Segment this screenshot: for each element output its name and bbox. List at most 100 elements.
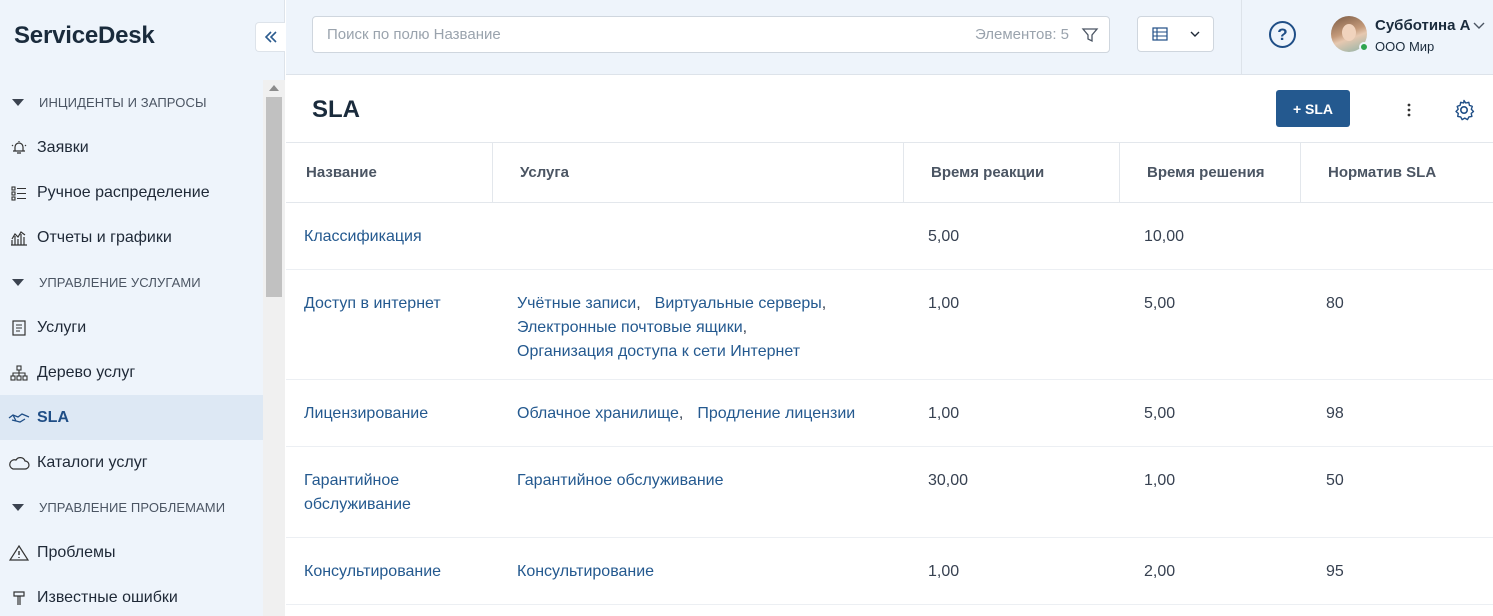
bell-icon [8, 137, 30, 159]
page-title: SLA [312, 96, 360, 123]
table-row[interactable]: Классификация 5,00 10,00 [286, 203, 1493, 270]
service-list: Облачное хранилище, Продление лицензии [517, 405, 856, 422]
section-label: ИНЦИДЕНТЫ И ЗАПРОСЫ [39, 95, 207, 110]
elements-count: Элементов: 5 [974, 26, 1069, 43]
resolution-time: 5,00 [1144, 295, 1176, 312]
service-link[interactable]: Электронные почтовые ящики [517, 319, 743, 336]
search-input[interactable] [327, 26, 975, 43]
sidebar-item-service-tree[interactable]: Дерево услуг [0, 350, 263, 395]
table-row[interactable]: Консультирование Консультирование 1,00 2… [286, 538, 1493, 605]
gear-icon[interactable] [1452, 98, 1476, 122]
help-button[interactable]: ? [1269, 21, 1296, 48]
kebab-icon [1407, 103, 1411, 117]
sla-name-link[interactable]: Консультирование [304, 560, 441, 584]
add-sla-button[interactable]: + SLA [1276, 90, 1350, 127]
section-problem-management[interactable]: УПРАВЛЕНИЕ ПРОБЛЕМАМИ [0, 485, 263, 530]
scrollbar-thumb[interactable] [266, 97, 282, 297]
sla-name-link[interactable]: Доступ в интернет [304, 292, 441, 316]
user-menu-chevron-icon[interactable] [1473, 20, 1485, 30]
table-row[interactable]: Гарантийное обслуживание Гарантийное обс… [286, 447, 1493, 538]
sla-norm: 95 [1326, 563, 1344, 580]
sidebar-item-label: Заявки [37, 138, 89, 156]
avatar-face [1342, 24, 1356, 41]
collapse-sidebar-button[interactable] [255, 22, 285, 52]
sidebar-item-label: Услуги [37, 318, 87, 336]
sla-name-link[interactable]: Классификация [304, 225, 422, 249]
sla-norm: 50 [1326, 472, 1344, 489]
sidebar-item-catalogs[interactable]: Каталоги услуг [0, 440, 263, 485]
resolution-time: 5,00 [1144, 405, 1176, 422]
table-view-icon [1151, 27, 1168, 41]
column-header-service[interactable]: Услуга [492, 143, 697, 202]
reaction-time: 30,00 [928, 472, 969, 489]
service-list: Консультирование [517, 560, 897, 584]
main-content: SLA + SLA Название Услуга Время реакции … [286, 76, 1493, 616]
sla-name-link[interactable]: Гарантийное обслуживание [304, 469, 454, 517]
resolution-time: 10,00 [1144, 228, 1185, 245]
reaction-time: 1,00 [928, 295, 960, 312]
service-link[interactable]: Продление лицензии [697, 405, 855, 422]
sidebar-item-label: Отчеты и графики [37, 228, 172, 246]
caret-down-icon [12, 99, 24, 106]
sidebar: ServiceDesk ИНЦИДЕНТЫ И ЗАПРОСЫ Заявки Р… [0, 0, 285, 616]
question-icon: ? [1277, 24, 1288, 44]
caret-down-icon [12, 279, 24, 286]
table-row[interactable]: Доступ в интернет Учётные записи, Виртуал… [286, 270, 1493, 380]
service-link[interactable]: Организация доступа к сети Интернет [517, 343, 800, 360]
sidebar-item-services[interactable]: Услуги [0, 305, 263, 350]
view-mode-button[interactable] [1137, 16, 1214, 52]
service-link[interactable]: Облачное хранилище [517, 405, 679, 422]
sidebar-item-label: Каталоги услуг [37, 453, 148, 471]
sla-norm: 98 [1326, 405, 1344, 422]
user-org: ООО Мир [1375, 39, 1435, 54]
sla-norm: 80 [1326, 295, 1344, 312]
column-header-resolution-time[interactable]: Время решения [1119, 143, 1265, 202]
handshake-icon [8, 407, 30, 429]
reaction-time: 5,00 [928, 228, 960, 245]
section-label: УПРАВЛЕНИЕ УСЛУГАМИ [39, 275, 201, 290]
chart-icon [8, 227, 30, 249]
reaction-time: 1,00 [928, 563, 960, 580]
caret-down-icon [12, 504, 24, 511]
double-chevron-left-icon [264, 31, 277, 43]
sidebar-item-reports[interactable]: Отчеты и графики [0, 215, 263, 260]
service-link[interactable]: Виртуальные серверы [655, 295, 822, 312]
search-box: Элементов: 5 [312, 16, 1110, 53]
column-header-name[interactable]: Название [306, 143, 377, 202]
resolution-time: 1,00 [1144, 472, 1176, 489]
brand-logo[interactable]: ServiceDesk [14, 22, 155, 50]
user-name[interactable]: Субботина А [1375, 17, 1470, 34]
service-link[interactable]: Консультирование [517, 563, 654, 580]
section-service-management[interactable]: УПРАВЛЕНИЕ УСЛУГАМИ [0, 260, 263, 305]
sidebar-item-requests[interactable]: Заявки [0, 125, 263, 170]
service-link[interactable]: Гарантийное обслуживание [517, 472, 724, 489]
sla-name-link[interactable]: Лицензирование [304, 402, 428, 426]
section-incidents[interactable]: ИНЦИДЕНТЫ И ЗАПРОСЫ [0, 80, 263, 125]
filter-icon[interactable] [1081, 26, 1099, 44]
list-icon [8, 182, 30, 204]
more-options-button[interactable] [1400, 98, 1418, 122]
sidebar-item-label: Известные ошибки [37, 588, 178, 606]
sidebar-item-label: Ручное распределение [37, 183, 210, 201]
sidebar-item-label: Дерево услуг [37, 363, 136, 381]
service-link[interactable]: Учётные записи [517, 295, 636, 312]
sidebar-item-known-errors[interactable]: Известные ошибки [0, 575, 263, 616]
column-header-reaction-time[interactable]: Время реакции [903, 143, 1044, 202]
column-header-sla-norm[interactable]: Норматив SLA [1300, 143, 1436, 202]
sidebar-scrollbar[interactable] [263, 80, 285, 616]
sidebar-item-sla[interactable]: SLA [0, 395, 263, 440]
sidebar-item-label: SLA [37, 408, 69, 426]
warning-icon [8, 542, 30, 564]
sidebar-item-problems[interactable]: Проблемы [0, 530, 263, 575]
table-row[interactable]: Лицензирование Облачное хранилище, Продле… [286, 380, 1493, 447]
sidebar-item-manual-distribution[interactable]: Ручное распределение [0, 170, 263, 215]
scroll-up-icon[interactable] [269, 85, 279, 91]
sidebar-item-label: Проблемы [37, 543, 116, 561]
hammer-icon [8, 587, 30, 609]
topbar: Элементов: 5 ? Субботина А ООО Мир [286, 0, 1493, 75]
document-icon [8, 317, 30, 339]
sidebar-nav: ИНЦИДЕНТЫ И ЗАПРОСЫ Заявки Ручное распре… [0, 80, 263, 616]
online-status-icon [1359, 42, 1369, 52]
cloud-icon [8, 452, 30, 474]
service-list: Учётные записи, Виртуальные серверы, Элек… [517, 295, 827, 360]
